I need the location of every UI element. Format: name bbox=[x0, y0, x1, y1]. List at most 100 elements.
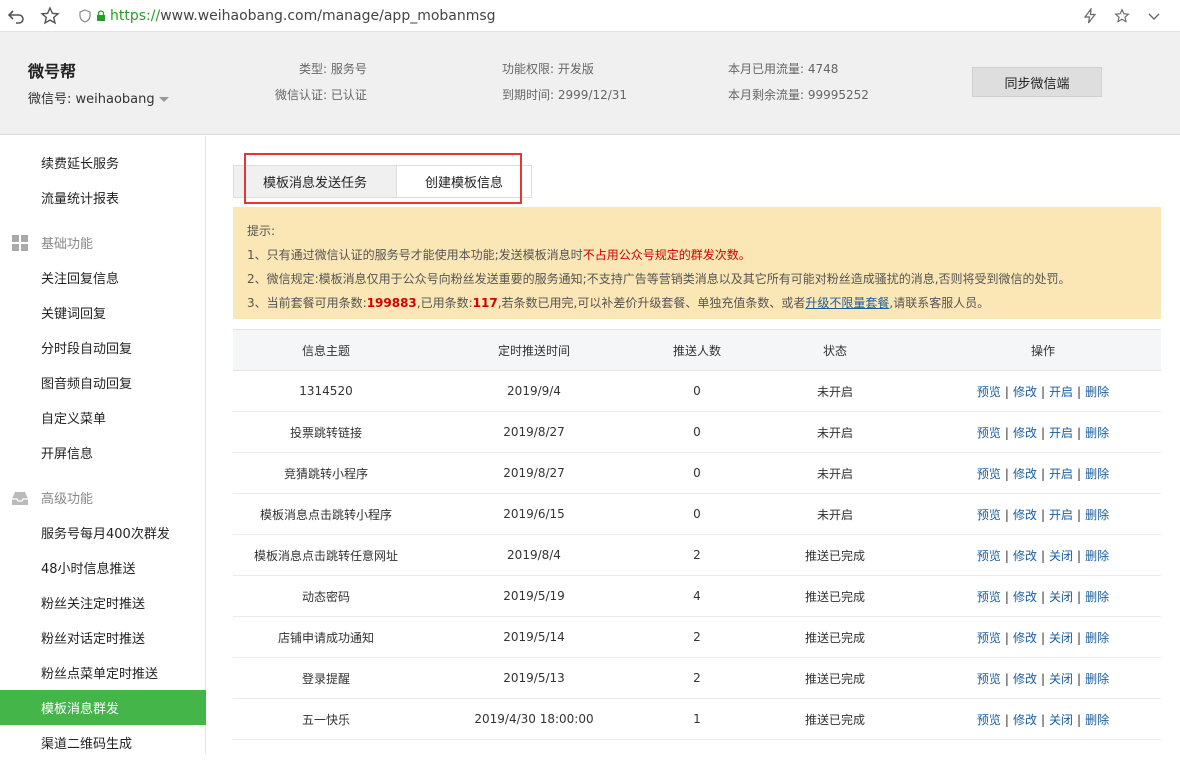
account-selector[interactable]: 微信号: weihaobang bbox=[28, 88, 169, 107]
preview-link[interactable]: 预览 bbox=[977, 631, 1001, 645]
sidebar-item-chat-timed-push[interactable]: 粉丝对话定时推送 bbox=[0, 620, 206, 655]
cell-status: 推送已完成 bbox=[745, 616, 925, 658]
separator: | bbox=[1004, 507, 1009, 522]
permission-level: 功能权限: 开发版 bbox=[502, 62, 594, 76]
open-link[interactable]: 开启 bbox=[1049, 385, 1073, 399]
sidebar-item-follow-timed-push[interactable]: 粉丝关注定时推送 bbox=[0, 585, 206, 620]
shield-icon bbox=[79, 8, 91, 23]
available-count: 199883 bbox=[366, 296, 417, 310]
template-task-table: 信息主题 定时推送时间 推送人数 状态 操作 1314520 2019/9/4 0 未… bbox=[233, 329, 1161, 740]
table-row: 五一快乐 2019/4/30 18:00:00 1 推送已完成 预览 | 修改 | 关闭 | 删除 bbox=[233, 698, 1161, 740]
cell-time: 2019/8/27 bbox=[419, 452, 649, 494]
delete-link[interactable]: 删除 bbox=[1085, 385, 1109, 399]
cell-count: 1 bbox=[649, 698, 745, 740]
section-label: 基础功能 bbox=[41, 237, 94, 252]
tab-send-tasks[interactable]: 模板消息发送任务 bbox=[234, 166, 397, 197]
close-link[interactable]: 关闭 bbox=[1049, 590, 1073, 604]
sidebar-item-splash-info[interactable]: 开屏信息 bbox=[0, 435, 206, 470]
table-row: 店铺申请成功通知 2019/5/14 2 推送已完成 预览 | 修改 | 关闭 | 删除 bbox=[233, 616, 1161, 658]
table-body: 1314520 2019/9/4 0 未开启 预览 | 修改 | 开启 | 删除 投票跳转链接 2019… bbox=[233, 370, 1161, 740]
delete-link[interactable]: 删除 bbox=[1085, 426, 1109, 440]
edit-link[interactable]: 修改 bbox=[1013, 713, 1037, 727]
chevron-down-icon[interactable] bbox=[1142, 4, 1166, 28]
sidebar-item-keyword-reply[interactable]: 关键词回复 bbox=[0, 295, 206, 330]
edit-link[interactable]: 修改 bbox=[1013, 385, 1037, 399]
column-header-status: 状态 bbox=[745, 329, 925, 371]
table-row: 登录提醒 2019/5/13 2 推送已完成 预览 | 修改 | 关闭 | 删除 bbox=[233, 657, 1161, 699]
open-link[interactable]: 开启 bbox=[1049, 508, 1073, 522]
separator: | bbox=[1040, 630, 1046, 645]
sidebar-item-media-auto-reply[interactable]: 图音频自动回复 bbox=[0, 365, 206, 400]
star-bookmark-icon[interactable] bbox=[38, 4, 62, 28]
close-link[interactable]: 关闭 bbox=[1049, 672, 1073, 686]
sidebar-item-traffic-report[interactable]: 流量统计报表 bbox=[0, 180, 206, 215]
preview-link[interactable]: 预览 bbox=[977, 385, 1001, 399]
sidebar-item-follow-reply[interactable]: 关注回复信息 bbox=[0, 260, 206, 295]
preview-link[interactable]: 预览 bbox=[977, 426, 1001, 440]
delete-link[interactable]: 删除 bbox=[1085, 590, 1109, 604]
cell-subject: 动态密码 bbox=[233, 575, 419, 617]
preview-link[interactable]: 预览 bbox=[977, 713, 1001, 727]
back-icon[interactable] bbox=[4, 4, 28, 28]
edit-link[interactable]: 修改 bbox=[1013, 590, 1037, 604]
cell-actions: 预览 | 修改 | 开启 | 删除 bbox=[925, 411, 1161, 453]
close-link[interactable]: 关闭 bbox=[1049, 713, 1073, 727]
sidebar-item-monthly-broadcast[interactable]: 服务号每月400次群发 bbox=[0, 515, 206, 550]
cell-subject: 投票跳转链接 bbox=[233, 411, 419, 453]
sidebar-item-renew[interactable]: 续费延长服务 bbox=[0, 145, 206, 180]
preview-link[interactable]: 预览 bbox=[977, 467, 1001, 481]
edit-link[interactable]: 修改 bbox=[1013, 672, 1037, 686]
edit-link[interactable]: 修改 bbox=[1013, 508, 1037, 522]
sidebar-item-template-broadcast[interactable]: 模板消息群发 bbox=[0, 690, 206, 725]
column-header-time: 定时推送时间 bbox=[419, 329, 649, 371]
sidebar-item-timed-auto-reply[interactable]: 分时段自动回复 bbox=[0, 330, 206, 365]
cell-time: 2019/5/19 bbox=[419, 575, 649, 617]
cell-count: 0 bbox=[649, 493, 745, 535]
sidebar-item-48h-push[interactable]: 48小时信息推送 bbox=[0, 550, 206, 585]
separator: | bbox=[1004, 712, 1009, 727]
sidebar-item-qrcode[interactable]: 渠道二维码生成 bbox=[0, 725, 206, 760]
delete-link[interactable]: 删除 bbox=[1085, 713, 1109, 727]
cell-subject: 竞猜跳转小程序 bbox=[233, 452, 419, 494]
preview-link[interactable]: 预览 bbox=[977, 508, 1001, 522]
edit-link[interactable]: 修改 bbox=[1013, 549, 1037, 563]
separator: | bbox=[1077, 548, 1082, 563]
open-link[interactable]: 开启 bbox=[1049, 426, 1073, 440]
sync-wechat-button[interactable]: 同步微信端 bbox=[972, 67, 1102, 97]
delete-link[interactable]: 删除 bbox=[1085, 631, 1109, 645]
grid-icon bbox=[12, 234, 28, 251]
address-bar[interactable]: https://www.weihaobang.com/manage/app_mo… bbox=[78, 8, 496, 24]
close-link[interactable]: 关闭 bbox=[1049, 549, 1073, 563]
upgrade-link[interactable]: 升级不限量套餐 bbox=[805, 296, 889, 310]
column-header-actions: 操作 bbox=[925, 329, 1161, 371]
tips-text: 1、只有通过微信认证的服务号才能使用本功能;发送模板消息时 bbox=[247, 248, 583, 262]
brand-title: 微号帮 bbox=[28, 62, 77, 81]
sidebar-item-custom-menu[interactable]: 自定义菜单 bbox=[0, 400, 206, 435]
cell-count: 0 bbox=[649, 370, 745, 412]
close-link[interactable]: 关闭 bbox=[1049, 631, 1073, 645]
cell-status: 推送已完成 bbox=[745, 657, 925, 699]
table-row: 动态密码 2019/5/19 4 推送已完成 预览 | 修改 | 关闭 | 删除 bbox=[233, 575, 1161, 617]
edit-link[interactable]: 修改 bbox=[1013, 426, 1037, 440]
delete-link[interactable]: 删除 bbox=[1085, 549, 1109, 563]
cell-status: 推送已完成 bbox=[745, 575, 925, 617]
open-link[interactable]: 开启 bbox=[1049, 467, 1073, 481]
sidebar-item-menu-timed-push[interactable]: 粉丝点菜单定时推送 bbox=[0, 655, 206, 690]
preview-link[interactable]: 预览 bbox=[977, 590, 1001, 604]
preview-link[interactable]: 预览 bbox=[977, 672, 1001, 686]
edit-link[interactable]: 修改 bbox=[1013, 467, 1037, 481]
cell-time: 2019/5/14 bbox=[419, 616, 649, 658]
preview-link[interactable]: 预览 bbox=[977, 549, 1001, 563]
section-label: 高级功能 bbox=[41, 492, 94, 507]
separator: | bbox=[1077, 589, 1082, 604]
delete-link[interactable]: 删除 bbox=[1085, 672, 1109, 686]
cell-count: 2 bbox=[649, 657, 745, 699]
favorite-icon[interactable] bbox=[1110, 4, 1134, 28]
delete-link[interactable]: 删除 bbox=[1085, 467, 1109, 481]
lock-icon bbox=[97, 9, 105, 21]
delete-link[interactable]: 删除 bbox=[1085, 508, 1109, 522]
account-type: 类型: 服务号 bbox=[299, 62, 367, 76]
tab-create-template[interactable]: 创建模板信息 bbox=[397, 166, 531, 197]
edit-link[interactable]: 修改 bbox=[1013, 631, 1037, 645]
lightning-icon[interactable] bbox=[1078, 4, 1102, 28]
